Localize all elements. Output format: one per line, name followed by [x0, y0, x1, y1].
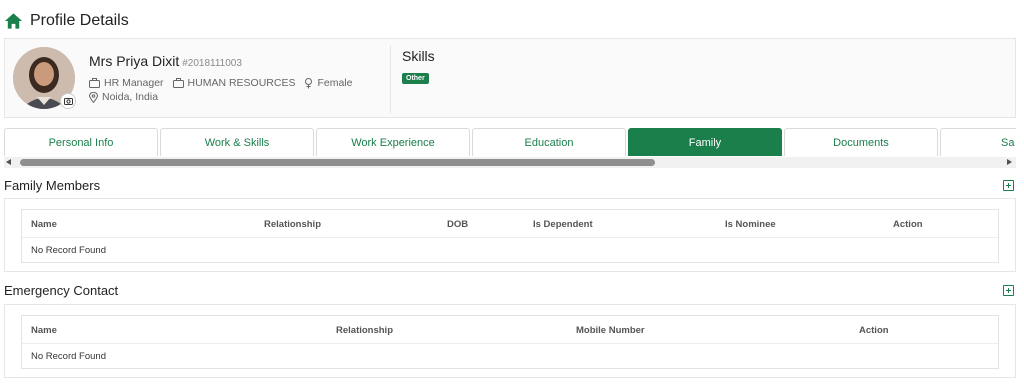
emergency-contact-panel: Name Relationship Mobile Number Action N…: [4, 304, 1016, 378]
col-relationship: Relationship: [264, 219, 322, 230]
empty-message: No Record Found: [31, 351, 106, 362]
location: Noida, India: [102, 91, 159, 103]
designation-item: HR Manager: [89, 77, 164, 89]
profile-card: Mrs Priya Dixit #2018111003 HR Manager HU…: [4, 38, 1016, 118]
profile-tabs: Personal Info Work & Skills Work Experie…: [4, 128, 1016, 156]
scroll-right-icon[interactable]: [1007, 159, 1012, 165]
department-item: HUMAN RESOURCES: [172, 77, 296, 89]
tab-education[interactable]: Education: [472, 128, 626, 156]
card-divider: [390, 45, 391, 113]
gender: Female: [317, 77, 353, 89]
family-members-table: Name Relationship DOB Is Dependent Is No…: [21, 209, 999, 263]
skill-badge: Other: [402, 73, 429, 84]
department: HUMAN RESOURCES: [187, 77, 296, 89]
emergency-contact-title: Emergency Contact: [4, 283, 119, 298]
table-row: No Record Found: [22, 344, 998, 368]
tab-family[interactable]: Family: [628, 128, 782, 156]
add-family-member-icon[interactable]: [1003, 180, 1014, 191]
employee-name: Mrs Priya Dixit #2018111003: [89, 53, 242, 69]
gender-item: Female: [304, 77, 352, 89]
skills-title: Skills: [402, 48, 435, 64]
briefcase-icon: [89, 78, 100, 88]
col-dob: DOB: [447, 219, 469, 230]
profile-meta-row: HR Manager HUMAN RESOURCES Female: [89, 77, 361, 89]
col-mobile-number: Mobile Number: [576, 325, 645, 336]
location-pin-icon: [89, 91, 98, 103]
table-header: Name Relationship DOB Is Dependent Is No…: [22, 210, 998, 238]
female-icon: [305, 77, 313, 88]
add-emergency-contact-icon[interactable]: [1003, 285, 1014, 296]
tab-salary[interactable]: Sa: [940, 128, 1016, 156]
camera-icon[interactable]: [60, 93, 76, 109]
location-item: Noida, India: [89, 91, 158, 103]
home-icon[interactable]: [4, 12, 23, 30]
table-row: No Record Found: [22, 238, 998, 262]
tab-personal-info[interactable]: Personal Info: [4, 128, 158, 156]
col-name: Name: [31, 325, 57, 336]
col-action: Action: [859, 325, 889, 336]
col-is-nominee: Is Nominee: [725, 219, 776, 230]
employee-name-text: Mrs Priya Dixit: [89, 53, 180, 69]
col-name: Name: [31, 219, 57, 230]
scroll-left-icon[interactable]: [6, 159, 11, 165]
col-action: Action: [893, 219, 923, 230]
col-relationship: Relationship: [336, 325, 394, 336]
scroll-thumb[interactable]: [20, 159, 655, 166]
page-header: Profile Details: [4, 10, 129, 32]
designation: HR Manager: [104, 77, 164, 89]
table-header: Name Relationship Mobile Number Action: [22, 316, 998, 344]
col-is-dependent: Is Dependent: [533, 219, 593, 230]
emergency-contact-table: Name Relationship Mobile Number Action N…: [21, 315, 999, 369]
tab-documents[interactable]: Documents: [784, 128, 938, 156]
empty-message: No Record Found: [31, 245, 106, 256]
tab-work-experience[interactable]: Work Experience: [316, 128, 470, 156]
location-row: Noida, India: [89, 91, 167, 103]
family-members-panel: Name Relationship DOB Is Dependent Is No…: [4, 198, 1016, 272]
family-members-title: Family Members: [4, 178, 101, 193]
building-icon: [172, 78, 184, 88]
tabs-scrollbar[interactable]: [4, 157, 1016, 168]
employee-id: #2018111003: [182, 58, 242, 69]
page-title: Profile Details: [30, 12, 129, 29]
tab-work-skills[interactable]: Work & Skills: [160, 128, 314, 156]
